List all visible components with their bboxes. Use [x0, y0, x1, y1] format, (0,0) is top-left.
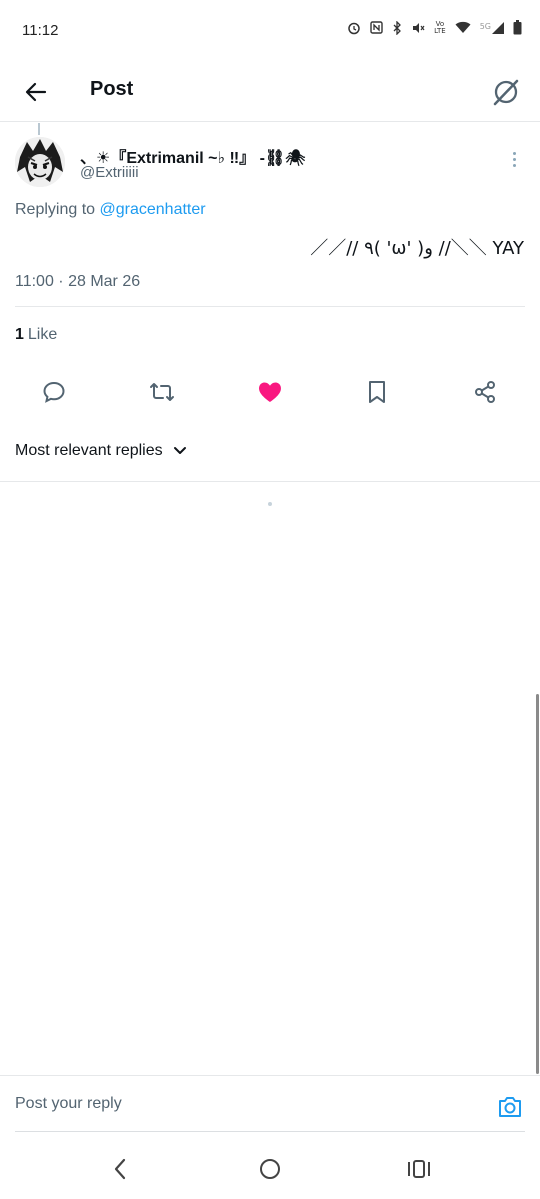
grok-icon — [493, 79, 519, 106]
sort-label: Most relevant replies — [15, 442, 163, 459]
recents-icon — [408, 1160, 430, 1178]
heart-filled-icon — [259, 382, 281, 402]
camera-button[interactable] — [496, 1093, 524, 1121]
replying-to: Replying to @gracenhatter — [15, 201, 206, 219]
top-app-bar: Post — [0, 62, 540, 122]
status-time: 11:12 — [22, 22, 59, 39]
bookmark-icon — [369, 381, 385, 403]
page-title: Post — [90, 78, 134, 100]
camera-icon — [499, 1097, 521, 1117]
reply-composer — [0, 1075, 540, 1133]
scrollbar[interactable] — [536, 694, 539, 1074]
avatar-image — [15, 137, 65, 187]
mute-icon — [411, 21, 425, 35]
divider — [0, 481, 540, 482]
grok-button[interactable] — [488, 74, 524, 110]
reply-button[interactable] — [34, 372, 74, 412]
volte-icon: Vo LTE — [434, 19, 446, 35]
like-button[interactable] — [250, 372, 290, 412]
battery-icon — [513, 20, 522, 35]
likes-count: 1 — [15, 326, 24, 343]
replying-to-link[interactable]: @gracenhatter — [100, 201, 206, 218]
bluetooth-icon — [392, 20, 402, 35]
action-bar — [0, 372, 540, 412]
status-bar: 11:12 Vo LTE 5G — [0, 0, 540, 62]
bookmark-button[interactable] — [357, 372, 397, 412]
back-button[interactable] — [20, 76, 52, 108]
divider — [15, 306, 525, 307]
tweet-text: ／／// ٩( 'ω' )و //＼＼ YAY — [310, 238, 524, 259]
arrow-left-icon — [25, 82, 47, 102]
more-dot — [512, 157, 516, 161]
likes-summary[interactable]: 1 Like — [15, 326, 57, 344]
share-icon — [475, 381, 495, 403]
likes-label: Like — [27, 326, 58, 343]
replying-prefix: Replying to — [15, 201, 100, 218]
system-home-button[interactable] — [253, 1154, 287, 1184]
avatar[interactable] — [15, 137, 65, 187]
reply-input-underline — [15, 1131, 525, 1132]
more-dot — [512, 163, 516, 167]
more-options-button[interactable] — [504, 148, 524, 170]
thread-connector — [38, 123, 40, 135]
comment-icon — [43, 381, 65, 403]
system-recents-button[interactable] — [402, 1154, 436, 1184]
system-back-button[interactable] — [103, 1154, 137, 1184]
repost-button[interactable] — [142, 372, 182, 412]
status-icons: Vo LTE 5G — [347, 20, 522, 35]
signal-icon: 5G — [480, 21, 504, 34]
system-nav-bar — [0, 1140, 540, 1199]
wifi-icon — [455, 21, 471, 34]
chevron-left-icon — [114, 1158, 126, 1180]
repost-icon — [150, 383, 174, 401]
loading-indicator — [268, 502, 272, 506]
more-dot — [512, 151, 516, 155]
reply-input[interactable] — [15, 1090, 475, 1118]
chevron-down-icon — [173, 447, 186, 454]
tweet-timestamp: 11:00 · 28 Mar 26 — [15, 273, 141, 290]
alarm-icon — [347, 21, 361, 35]
share-button[interactable] — [465, 372, 505, 412]
sort-replies-dropdown[interactable]: Most relevant replies — [15, 442, 187, 460]
home-circle-icon — [260, 1159, 280, 1179]
nfc-icon — [370, 21, 383, 34]
author-handle[interactable]: @Extriiiii — [80, 164, 139, 181]
